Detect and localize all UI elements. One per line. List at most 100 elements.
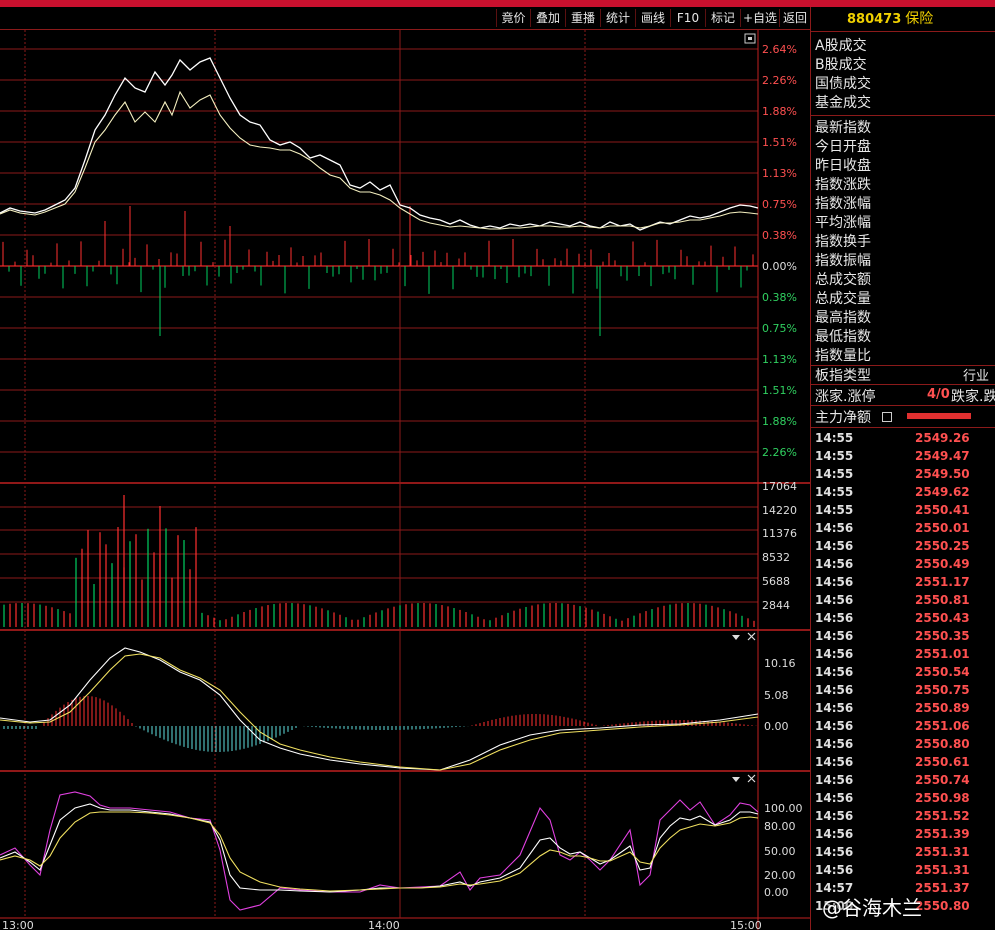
- tick-price: 2550.49: [915, 557, 970, 571]
- axis-label: 8532: [762, 551, 790, 564]
- macd-close-icon[interactable]: [747, 632, 756, 641]
- tick-price: 2551.01: [915, 647, 970, 661]
- tick-time: 14:56: [815, 791, 854, 805]
- tick-time: 14:56: [815, 575, 854, 589]
- statistics-button[interactable]: 统计: [600, 9, 635, 27]
- auction-button[interactable]: 竟价: [496, 9, 530, 27]
- draw-line-button[interactable]: 画线: [635, 9, 670, 27]
- index-stat-label: 最高指数: [815, 310, 871, 326]
- tick-price: 2550.98: [915, 791, 970, 805]
- index-stat-label: 总成交额: [815, 272, 871, 288]
- axis-label: 1.13%: [762, 353, 797, 366]
- tick-row: 14:56 2550.98: [811, 791, 995, 809]
- tick-row: 14:55 2550.41: [811, 503, 995, 521]
- tick-time: 14:56: [815, 827, 854, 841]
- tick-row: 14:56 2551.31: [811, 845, 995, 863]
- tick-price: 2549.50: [915, 467, 970, 481]
- tick-price: 2550.35: [915, 629, 970, 643]
- divider: [811, 405, 995, 406]
- back-button[interactable]: 返回: [779, 9, 810, 27]
- tick-price: 2550.01: [915, 521, 970, 535]
- tick-row: 14:55 2549.26: [811, 431, 995, 449]
- index-stat-label: 指数振幅: [815, 253, 871, 269]
- tick-time: 14:56: [815, 773, 854, 787]
- tick-row: 14:56 2550.81: [811, 593, 995, 611]
- axis-label: 2.64%: [762, 43, 797, 56]
- turnover-label: 基金成交: [815, 95, 871, 111]
- axis-label: 2.26%: [762, 74, 797, 87]
- kdj-d-line: [0, 811, 759, 892]
- tick-price: 2551.39: [915, 827, 970, 841]
- tick-row: 14:56 2550.80: [811, 737, 995, 755]
- tick-row: 14:55 2549.62: [811, 485, 995, 503]
- tick-row: 14:55 2549.50: [811, 467, 995, 485]
- tick-price: 2549.62: [915, 485, 970, 499]
- mark-button[interactable]: 标记: [705, 9, 740, 27]
- tick-row: 14:56 2550.89: [811, 701, 995, 719]
- f10-button[interactable]: F10: [670, 9, 705, 27]
- tick-price: 2551.06: [915, 719, 970, 733]
- replay-button[interactable]: 重播: [565, 9, 600, 27]
- panel-controls: [732, 33, 756, 783]
- axis-label: 0.00%: [762, 260, 797, 273]
- tick-row: 14:56 2551.52: [811, 809, 995, 827]
- tick-time: 14:55: [815, 485, 854, 499]
- tick-row: 14:56 2551.17: [811, 575, 995, 593]
- add-watchlist-button[interactable]: +自选: [740, 9, 779, 27]
- tick-time: 14:56: [815, 701, 854, 715]
- index-stat-label: 指数涨幅: [815, 196, 871, 212]
- tick-price: 2550.80: [915, 899, 970, 913]
- axis-label: 11376: [762, 527, 797, 540]
- intraday-chart[interactable]: 2.64% 2.26% 1.88% 1.51% 1.13% 0.75% 0.38% 0.00%…: [0, 30, 810, 930]
- updown-label: 涨家.涨停: [815, 389, 876, 405]
- kdj-close-icon[interactable]: [747, 774, 756, 783]
- tick-time: 14:56: [815, 647, 854, 661]
- tick-price: 2551.31: [915, 845, 970, 859]
- tick-row: 14:56 2550.35: [811, 629, 995, 647]
- tick-row: 14:56 2550.75: [811, 683, 995, 701]
- turnover-label: 国债成交: [815, 76, 871, 92]
- kdj-dropdown-icon[interactable]: [732, 777, 740, 782]
- tick-price: 2550.25: [915, 539, 970, 553]
- tick-row: 14:56 2550.25: [811, 539, 995, 557]
- axis-label: 0.75%: [762, 322, 797, 335]
- axis-label: 5688: [762, 575, 790, 588]
- axis-label: 1.51%: [762, 136, 797, 149]
- turnover-label: B股成交: [815, 57, 867, 73]
- board-type-label: 板指类型: [815, 368, 871, 384]
- tick-price: 2550.89: [915, 701, 970, 715]
- axis-label: 13:00: [2, 919, 34, 930]
- tick-price: 2550.74: [915, 773, 970, 787]
- macd-histogram: [3, 696, 757, 752]
- tick-price: 2551.31: [915, 863, 970, 877]
- tick-price: 2550.54: [915, 665, 970, 679]
- axis-label: 15:00: [730, 919, 762, 930]
- tick-price: 2551.17: [915, 575, 970, 589]
- tick-price: 2549.47: [915, 449, 970, 463]
- tick-price: 2550.61: [915, 755, 970, 769]
- axis-label: 14220: [762, 504, 797, 517]
- axis-label: 80.00: [764, 820, 796, 833]
- tick-row: 14:55 2549.47: [811, 449, 995, 467]
- axis-label: 1.51%: [762, 384, 797, 397]
- divider: [811, 384, 995, 385]
- divider: [811, 427, 995, 428]
- tick-time: 14:55: [815, 503, 854, 517]
- index-stat-label: 平均涨幅: [815, 215, 871, 231]
- axis-label: 1.88%: [762, 415, 797, 428]
- tick-price: 2550.80: [915, 737, 970, 751]
- tick-row: 14:56 2551.31: [811, 863, 995, 881]
- tick-price: 2551.52: [915, 809, 970, 823]
- axis-label: 0.38%: [762, 291, 797, 304]
- macd-dropdown-icon[interactable]: [732, 635, 740, 640]
- tick-time: 14:56: [815, 593, 854, 607]
- main-flow-icon[interactable]: [882, 412, 892, 422]
- tick-price: 2550.41: [915, 503, 970, 517]
- overlay-button[interactable]: 叠加: [530, 9, 565, 27]
- updown-value: 4/0: [927, 387, 950, 402]
- tick-row: 14:56 2550.01: [811, 521, 995, 539]
- axis-label: 0.38%: [762, 229, 797, 242]
- tick-row: 14:56 2550.54: [811, 665, 995, 683]
- axis-label: 20.00: [764, 869, 796, 882]
- tick-row: 14:56 2551.06: [811, 719, 995, 737]
